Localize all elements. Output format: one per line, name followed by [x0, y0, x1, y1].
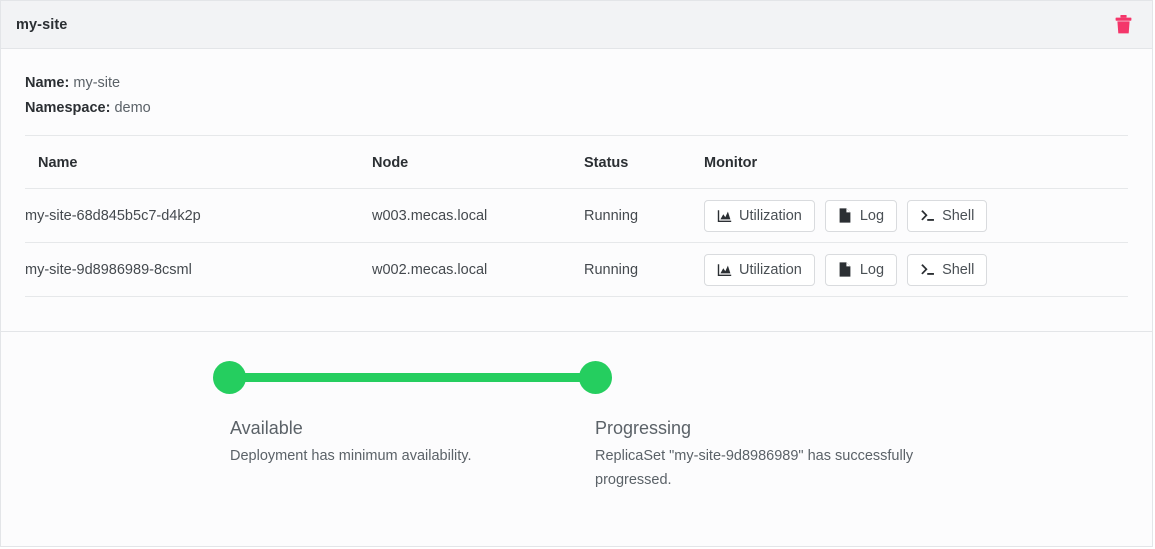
condition-message: ReplicaSet "my-site-9d8986989" has succe… [595, 448, 914, 488]
cell-pod-status: Running [584, 188, 704, 243]
cell-pod-node: w003.mecas.local [372, 188, 584, 243]
metadata-name-label: Name: [25, 75, 70, 91]
log-button-label: Log [859, 261, 885, 278]
metadata-namespace-value: demo [114, 99, 151, 116]
shell-button[interactable]: Shell [907, 253, 988, 286]
cell-pod-node: w002.mecas.local [372, 242, 584, 297]
cell-pod-name: my-site-9d8986989-8csml [25, 242, 372, 297]
document-icon [838, 208, 853, 223]
condition-title: Progressing [595, 418, 692, 438]
card-header: my-site [1, 1, 1152, 49]
utilization-button[interactable]: Utilization [704, 199, 815, 232]
table-row: my-site-9d8986989-8csml w002.mecas.local… [25, 242, 1128, 297]
area-chart-icon [717, 262, 732, 277]
condition-available: Available Deployment has minimum availab… [230, 416, 560, 468]
delete-button[interactable] [1110, 12, 1136, 38]
column-header-node: Node [372, 136, 584, 189]
monitor-button-group: Utilization Log Shell [704, 253, 1128, 286]
utilization-button-label: Utilization [739, 261, 802, 278]
shell-button[interactable]: Shell [907, 199, 988, 232]
log-button-label: Log [859, 207, 885, 224]
condition-progressing: Progressing ReplicaSet "my-site-9d898698… [595, 416, 955, 492]
shell-button-label: Shell [942, 207, 975, 224]
condition-message: Deployment has minimum availability. [230, 448, 472, 464]
timeline-node-available [213, 361, 246, 394]
cell-pod-name: my-site-68d845b5c7-d4k2p [25, 188, 372, 243]
table-row: my-site-68d845b5c7-d4k2p w003.mecas.loca… [25, 188, 1128, 243]
cell-pod-status: Running [584, 242, 704, 297]
condition-title: Available [230, 418, 303, 438]
conditions-timeline [1, 361, 1152, 395]
pods-table-container: Name Node Status Monitor my-site-68d845b… [25, 135, 1128, 297]
pods-table-body: my-site-68d845b5c7-d4k2p w003.mecas.loca… [25, 188, 1128, 297]
pods-table-head: Name Node Status Monitor [25, 136, 1128, 189]
terminal-icon [920, 262, 935, 277]
utilization-button[interactable]: Utilization [704, 253, 815, 286]
cell-pod-monitor: Utilization Log Shell [704, 242, 1128, 297]
conditions-section: Available Deployment has minimum availab… [1, 332, 1152, 546]
timeline-connector [230, 373, 596, 382]
trash-icon [1115, 15, 1131, 34]
deployment-detail-card: my-site Name: my-site Namespace: demo Na… [0, 0, 1153, 547]
log-button[interactable]: Log [824, 199, 898, 232]
metadata-namespace-line: Namespace: demo [25, 96, 1152, 121]
cell-pod-monitor: Utilization Log Shell [704, 188, 1128, 243]
column-header-monitor: Monitor [704, 136, 1128, 189]
table-header-row: Name Node Status Monitor [25, 136, 1128, 189]
metadata-name-value: my-site [73, 75, 121, 91]
utilization-button-label: Utilization [739, 207, 802, 224]
area-chart-icon [717, 208, 732, 223]
timeline-node-progressing [579, 361, 612, 394]
shell-button-label: Shell [942, 261, 975, 278]
page-title: my-site [16, 16, 68, 33]
metadata-name-line: Name: my-site [25, 71, 1152, 96]
document-icon [838, 262, 853, 277]
column-header-name: Name [25, 136, 372, 189]
pods-table: Name Node Status Monitor my-site-68d845b… [25, 136, 1128, 297]
terminal-icon [920, 208, 935, 223]
monitor-button-group: Utilization Log Shell [704, 199, 1128, 232]
metadata-section: Name: my-site Namespace: demo [1, 49, 1152, 120]
column-header-status: Status [584, 136, 704, 189]
log-button[interactable]: Log [824, 253, 898, 286]
metadata-namespace-label: Namespace: [25, 99, 111, 116]
